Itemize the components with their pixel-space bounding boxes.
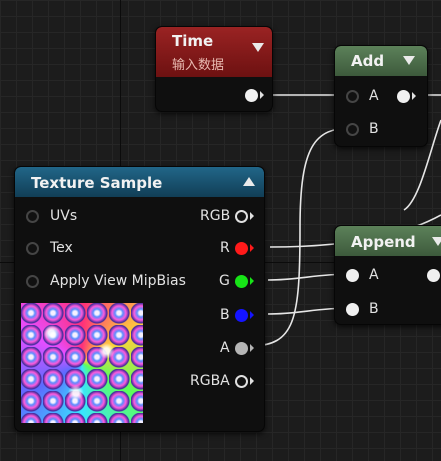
pin-arrow-icon [260, 91, 264, 99]
time-node-header[interactable]: Time 输入数据 [156, 27, 272, 77]
time-node-title: Time [172, 32, 214, 50]
input-pin[interactable] [346, 123, 359, 136]
input-pin[interactable] [26, 210, 39, 223]
tex-label: Tex [50, 240, 73, 256]
texture-preview [21, 303, 143, 423]
input-pin[interactable] [346, 90, 359, 103]
b-label: B [220, 307, 230, 323]
texture-input-uvs[interactable]: UVs RGB [15, 206, 264, 226]
r-label: R [220, 240, 230, 256]
rgb-label: RGB [200, 208, 231, 224]
g-output-pin[interactable] [235, 275, 248, 288]
pin-arrow-icon [250, 311, 254, 319]
g-label: G [219, 273, 230, 289]
append-node-header[interactable]: Append [335, 226, 441, 256]
mipbias-label: Apply View MipBias [50, 273, 186, 289]
append-node[interactable]: Append A B [334, 225, 441, 325]
add-input-b[interactable]: B [335, 119, 427, 139]
add-node-header[interactable]: Add [335, 46, 427, 76]
b-output-pin[interactable] [235, 309, 248, 322]
a-output-pin[interactable] [235, 342, 248, 355]
append-input-b[interactable]: B [335, 299, 441, 319]
texture-input-tex[interactable]: Tex R [15, 238, 264, 258]
chevron-up-icon[interactable] [243, 177, 255, 186]
pin-arrow-icon [412, 92, 416, 100]
texture-sample-header[interactable]: Texture Sample [15, 167, 264, 197]
add-input-a-label: A [369, 88, 379, 104]
a-label: A [220, 340, 230, 356]
time-node[interactable]: Time 输入数据 [155, 26, 273, 112]
pin-arrow-icon [250, 244, 254, 252]
input-pin[interactable] [346, 303, 359, 316]
time-node-subtitle: 输入数据 [172, 58, 225, 73]
r-output-pin[interactable] [235, 242, 248, 255]
add-node-title: Add [351, 52, 385, 70]
chevron-down-icon[interactable] [432, 237, 441, 246]
append-node-title: Append [351, 233, 416, 251]
add-node[interactable]: Add A B [334, 45, 428, 147]
input-pin[interactable] [346, 269, 359, 282]
add-input-b-label: B [369, 121, 379, 137]
texture-sample-title: Texture Sample [31, 174, 163, 192]
chevron-down-icon[interactable] [252, 43, 264, 52]
uvs-label: UVs [50, 208, 78, 224]
append-input-a-label: A [369, 267, 379, 283]
append-output-pin[interactable] [427, 269, 440, 282]
texture-output-rgba[interactable]: RGBA [145, 371, 264, 391]
rgba-output-pin[interactable] [235, 375, 248, 388]
pin-arrow-icon [250, 277, 254, 285]
texture-input-mipbias[interactable]: Apply View MipBias G [15, 271, 264, 291]
add-output-pin[interactable] [397, 90, 410, 103]
input-pin[interactable] [26, 242, 39, 255]
rgb-output-pin[interactable] [235, 210, 248, 223]
rgba-label: RGBA [190, 373, 230, 389]
append-input-b-label: B [369, 301, 379, 317]
pin-arrow-icon [250, 344, 254, 352]
append-input-a[interactable]: A [335, 265, 441, 285]
texture-output-b[interactable]: B [145, 305, 264, 325]
time-output-pin[interactable] [245, 89, 258, 102]
pin-arrow-icon [250, 212, 254, 220]
add-input-a[interactable]: A [335, 86, 427, 106]
texture-output-a[interactable]: A [145, 338, 264, 358]
chevron-down-icon[interactable] [403, 56, 415, 65]
pin-arrow-icon [250, 377, 254, 385]
input-pin[interactable] [26, 275, 39, 288]
